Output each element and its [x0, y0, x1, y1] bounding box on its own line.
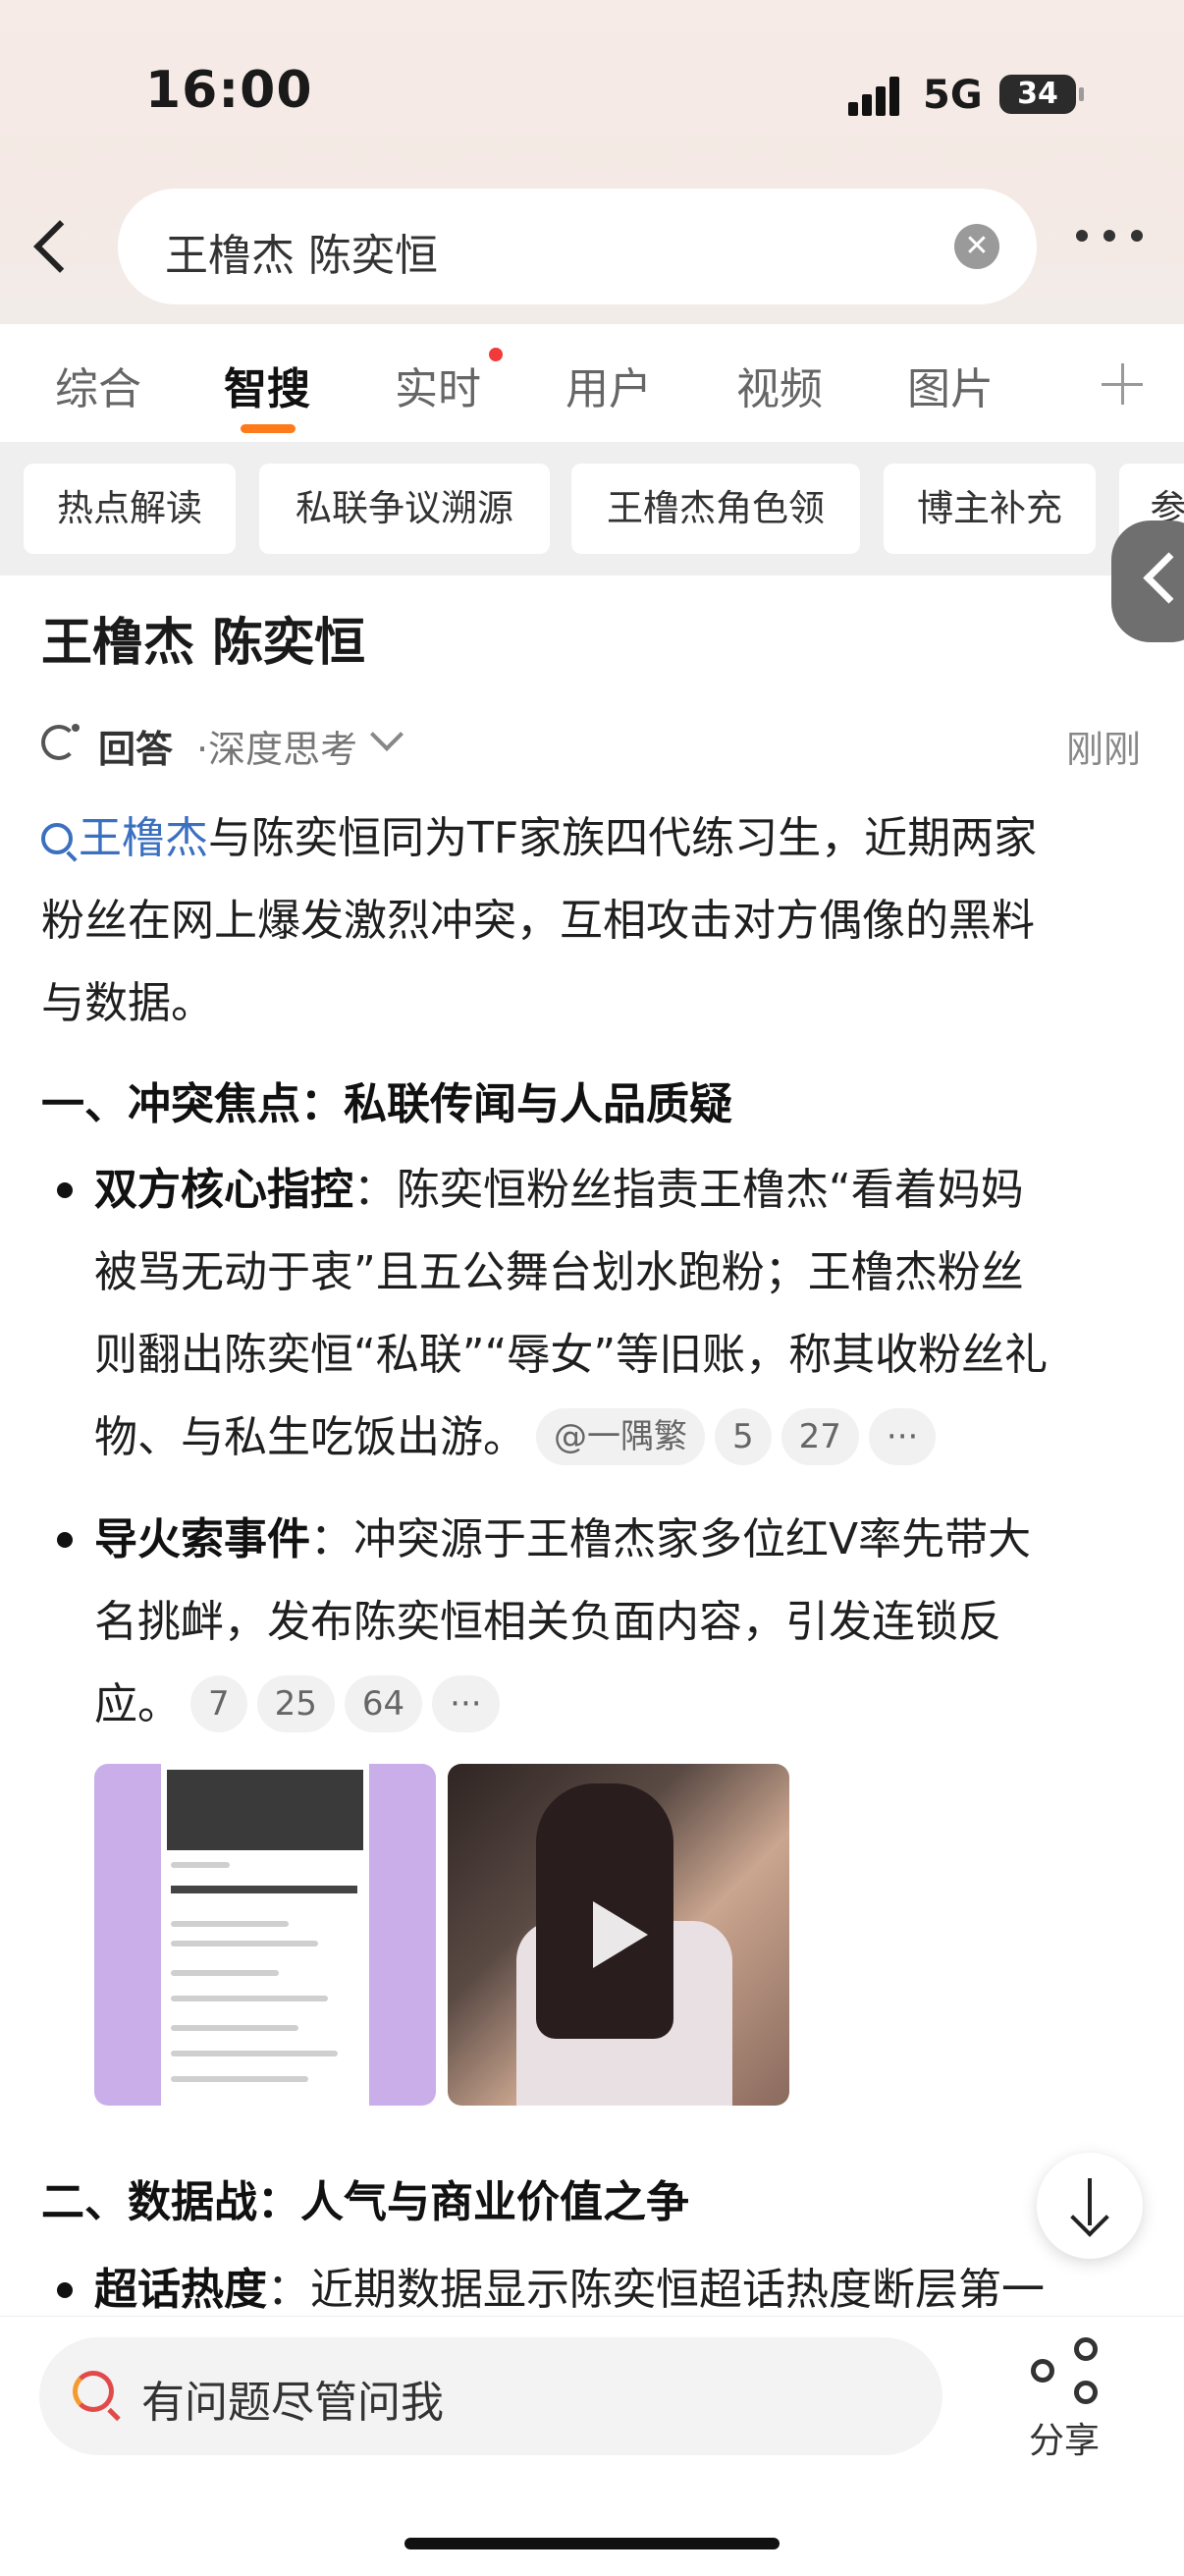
back-icon[interactable]: [31, 218, 71, 277]
more-citations-button[interactable]: ···: [868, 1408, 937, 1465]
tab-video[interactable]: 视频: [736, 354, 823, 416]
play-icon[interactable]: [593, 1901, 648, 1968]
search-query: 王橹杰 陈奕恒: [165, 231, 438, 281]
citation-badge[interactable]: 5: [715, 1408, 772, 1465]
tab-comprehensive[interactable]: 综合: [55, 354, 141, 416]
answer-time: 刚刚: [1065, 728, 1141, 771]
home-indicator: [404, 2538, 780, 2549]
tab-smart-search[interactable]: 智搜: [224, 354, 310, 416]
citation-source[interactable]: @一隅繁: [536, 1408, 705, 1465]
scroll-down-button[interactable]: [1037, 2153, 1143, 2259]
search-icon: [41, 823, 73, 854]
screenshot-thumbnail[interactable]: [94, 1764, 436, 2106]
ask-placeholder: 有问题尽管问我: [141, 2378, 444, 2428]
network-label: 5G: [923, 73, 983, 118]
share-icon[interactable]: [1027, 2337, 1105, 2406]
signal-icon: [848, 75, 907, 116]
citation-badge[interactable]: 7: [190, 1675, 247, 1732]
refresh-icon: [41, 724, 80, 760]
add-tab-icon[interactable]: [1102, 363, 1143, 405]
search-input[interactable]: 王橹杰 陈奕恒 ✕: [118, 189, 1037, 304]
bullet-dot: [57, 1532, 73, 1548]
tab-bar: 综合 智搜 实时 用户 视频 图片: [0, 324, 1184, 442]
tab-users[interactable]: 用户: [565, 354, 652, 416]
citation-badge[interactable]: 25: [256, 1675, 335, 1732]
active-tab-indicator: [241, 424, 296, 433]
bullet-dot: [57, 1182, 73, 1198]
ask-input[interactable]: 有问题尽管问我: [39, 2337, 942, 2455]
battery-icon: 34: [999, 75, 1084, 114]
chip-blogger[interactable]: 博主补充: [884, 464, 1096, 554]
citation-badge[interactable]: 64: [344, 1675, 423, 1732]
citation-badge[interactable]: 27: [780, 1408, 859, 1465]
clear-icon[interactable]: ✕: [954, 224, 999, 269]
answer-label: 回答: [98, 728, 174, 771]
bullet-dot: [57, 2282, 73, 2298]
chevron-down-icon[interactable]: [370, 718, 404, 751]
collapse-panel-icon[interactable]: [1111, 521, 1184, 642]
answer-mode[interactable]: ·深度思考: [196, 719, 357, 773]
section-heading: 一、冲突焦点：私联传闻与人品质疑: [41, 1079, 732, 1129]
tab-images[interactable]: 图片: [907, 354, 994, 416]
entity-link[interactable]: 王橹杰: [41, 813, 208, 863]
intro-paragraph: 王橹杰与陈奕恒同为TF家族四代练习生，近期两家 粉丝在网上爆发激烈冲突，互相攻击…: [41, 813, 1038, 1028]
topic-chip-bar: 热点解读 私联争议溯源 王橹杰角色领 博主补充 参: [0, 442, 1184, 575]
chip-hot-topic[interactable]: 热点解读: [24, 464, 236, 554]
chip-controversy[interactable]: 私联争议溯源: [259, 464, 550, 554]
more-citations-button[interactable]: ···: [432, 1675, 500, 1732]
chip-role[interactable]: 王橹杰角色领: [571, 464, 860, 554]
bullet-item: 双方核心指控：陈奕恒粉丝指责王橹杰“看着妈妈 被骂无动于衷”且五公舞台划水跑粉；…: [94, 1149, 1145, 1479]
page-title: 王橹杰 陈奕恒: [41, 614, 366, 673]
share-label[interactable]: 分享: [1029, 2412, 1100, 2463]
status-time: 16:00: [145, 61, 313, 120]
ai-search-icon: [73, 2371, 114, 2412]
more-options-icon[interactable]: [1076, 226, 1145, 246]
video-thumbnail[interactable]: [448, 1764, 789, 2106]
bullet-item: 导火索事件：冲突源于王橹杰家多位红V率先带大 名挑衅，发布陈奕恒相关负面内容，引…: [94, 1499, 1145, 1746]
section-heading: 二、数据战：人气与商业价值之争: [41, 2177, 689, 2227]
tab-realtime[interactable]: 实时: [395, 354, 481, 416]
new-badge: [489, 348, 503, 361]
answer-header: 回答 ·深度思考 刚刚: [41, 717, 1141, 771]
